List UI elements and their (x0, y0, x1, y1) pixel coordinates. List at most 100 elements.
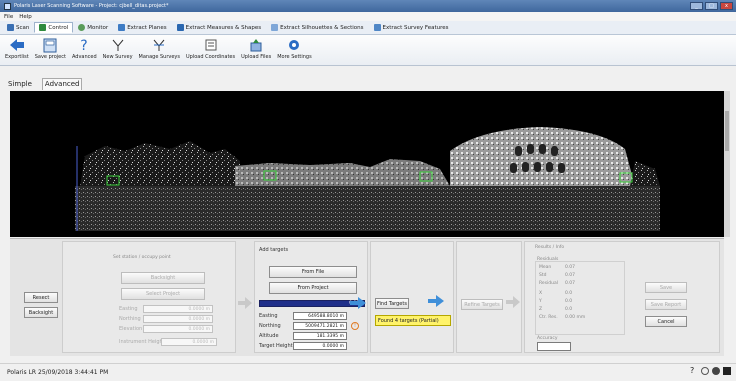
tab-extract-shapes[interactable]: Extract Measures & Shapes (172, 22, 267, 33)
target-elevation-field[interactable]: 181.3395 m (293, 332, 347, 340)
target-northing-field[interactable]: 5009471.2821 m (293, 322, 347, 330)
features-icon (373, 24, 381, 31)
accuracy-field[interactable] (537, 342, 571, 351)
question-icon: ? (75, 37, 93, 53)
toolbar-label: Advanced (71, 54, 97, 60)
residual-row-label: X (539, 291, 543, 296)
tab-monitor[interactable]: Monitor (73, 22, 113, 33)
upload-files-button[interactable]: Upload Files (238, 35, 274, 65)
arena-structure (450, 127, 635, 186)
residual-row-value: 0.00 mm (565, 315, 586, 320)
easting-label: Easting (119, 306, 138, 312)
toolbar-label: Save project (34, 54, 66, 60)
targets-header: Add targets (259, 247, 289, 253)
new-survey-icon (109, 37, 127, 53)
menu-file[interactable]: File (4, 14, 13, 20)
toolbar-label: More Settings (277, 54, 312, 60)
tab-label: Extract Silhouettes & Sections (280, 24, 364, 31)
save-project-button[interactable]: Save project (32, 35, 69, 65)
from-file-button[interactable]: From File (269, 266, 357, 278)
residual-row-value: 0.07 (565, 281, 576, 286)
backsight-setup-button[interactable]: Backsight (121, 272, 205, 284)
toolbar-label: New Survey (102, 54, 133, 60)
northing-field[interactable]: 0.0000 m (143, 315, 213, 323)
tab-extract-sections[interactable]: Extract Silhouettes & Sections (266, 22, 368, 33)
cancel-button[interactable]: Cancel (645, 316, 687, 327)
window-title: Polaris Laser Scanning Software - Projec… (14, 3, 169, 9)
target-easting-field[interactable]: 649588.8010 m (293, 312, 347, 320)
monitor-icon (78, 24, 86, 31)
more-settings-button[interactable]: More Settings (274, 35, 315, 65)
save-button[interactable]: Save (645, 282, 687, 293)
tab-control[interactable]: Control (34, 22, 74, 33)
station-hint: Set station / occupy point (113, 255, 171, 260)
instrument-height-field[interactable]: 0.0000 m (161, 338, 217, 346)
tab-label: Monitor (87, 24, 109, 31)
toolbar-label: Exportlist (5, 54, 29, 60)
status-icons: ? (690, 367, 731, 375)
instrument-height-label: Instrument Height (119, 339, 165, 345)
residual-row-label: Ctr. Res. (539, 315, 558, 320)
help-icon[interactable]: ? (690, 367, 698, 375)
settings-icon[interactable] (712, 367, 720, 375)
residual-row-value: 0.07 (565, 273, 576, 278)
northing-label: Northing (119, 316, 141, 322)
close-button[interactable]: x (720, 2, 733, 10)
ground-points (75, 186, 660, 231)
found-targets-status: Found 4 targets (Partial) (375, 315, 451, 326)
advanced-button[interactable]: ? Advanced (69, 35, 100, 65)
station-section: Set station / occupy point Backsight Sel… (62, 241, 236, 353)
tab-scan[interactable]: Scan (2, 22, 34, 33)
residual-row-label: Z (539, 307, 543, 312)
residual-row-label: Y (539, 299, 542, 304)
target-height-field[interactable]: 0.0000 m (293, 342, 347, 350)
elevation-field[interactable]: 0.0000 m (143, 325, 213, 333)
window-controls: _ □ x (690, 2, 733, 10)
resect-button[interactable]: Resect (24, 292, 58, 303)
maximize-button[interactable]: □ (705, 2, 718, 10)
status-bar: Polaris LR 25/09/2018 3:44:41 PM (0, 363, 736, 381)
accuracy-label: Accuracy (537, 336, 558, 341)
tab-simple[interactable]: Simple (6, 79, 34, 90)
connection-icon (701, 367, 709, 375)
select-project-button[interactable]: Select Project (121, 288, 205, 300)
residual-row-label: Std (539, 273, 547, 278)
easting-field[interactable]: 0.0000 m (143, 305, 213, 313)
tab-extract-planes[interactable]: Extract Planes (113, 22, 171, 33)
manage-surveys-button[interactable]: Manage Surveys (136, 35, 183, 65)
stop-icon[interactable] (723, 367, 731, 375)
refine-targets-button[interactable]: Refine Targets (461, 299, 503, 310)
arrow-right-icon (428, 295, 444, 307)
residual-row-label: Residual (539, 281, 559, 286)
residual-row-value: 0.0 (565, 291, 573, 296)
find-targets-button[interactable]: Find Targets (375, 298, 409, 309)
menu-help[interactable]: Help (19, 14, 32, 20)
manage-surveys-icon (150, 37, 168, 53)
new-survey-button[interactable]: New Survey (100, 35, 136, 65)
save-report-button[interactable]: Save Report (645, 299, 687, 310)
viewer-scrollbar[interactable] (724, 91, 730, 237)
minimize-button[interactable]: _ (690, 2, 703, 10)
upload-files-icon (247, 37, 265, 53)
from-project-button[interactable]: From Project (269, 282, 357, 294)
upload-coordinates-icon (202, 37, 220, 53)
trees-left (80, 141, 240, 186)
arrow-left-icon (8, 37, 26, 53)
control-icon (39, 24, 47, 31)
scrollbar-thumb[interactable] (725, 111, 729, 151)
arrow-right-icon (506, 296, 520, 308)
residuals-box (535, 261, 625, 335)
target-elevation-label: Altitude (259, 333, 279, 339)
tab-advanced[interactable]: Advanced (41, 78, 83, 90)
tab-extract-features[interactable]: Extract Survey Features (369, 22, 454, 33)
point-cloud-canvas (75, 127, 660, 231)
exportlist-button[interactable]: Exportlist (2, 35, 32, 65)
backsight-button[interactable]: Backsight (24, 307, 58, 318)
residual-row-value: 0.07 (565, 265, 576, 270)
point-cloud-viewer[interactable] (10, 91, 724, 237)
residual-row-value: 0.0 (565, 299, 573, 304)
menu-bar: File Help (0, 12, 736, 21)
upload-coordinates-button[interactable]: Upload Coordinates (183, 35, 238, 65)
building-middle (235, 159, 450, 186)
toolbar-label: Upload Coordinates (185, 54, 236, 60)
